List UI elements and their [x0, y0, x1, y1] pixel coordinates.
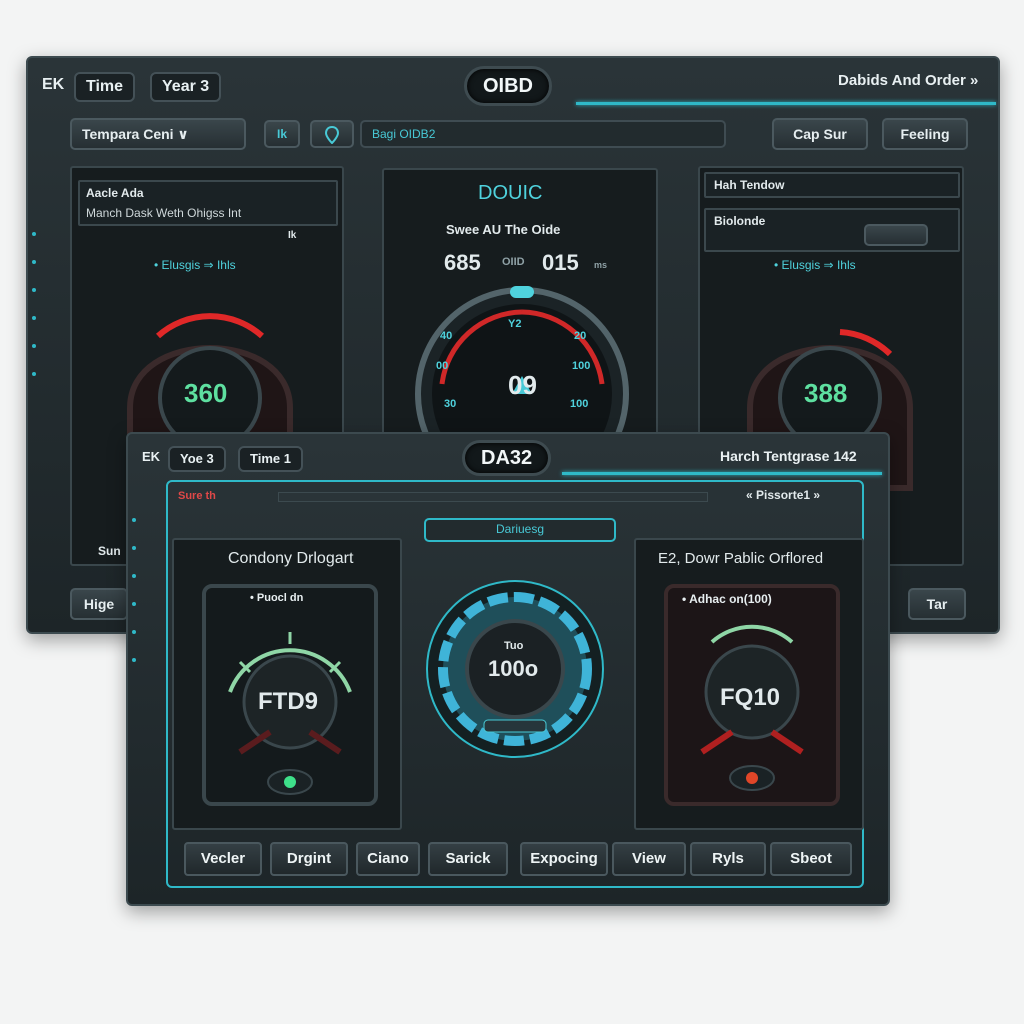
search-input[interactable]: Bagi OIDB2 [360, 120, 726, 148]
right-subheader-label: Biolonde [714, 214, 766, 228]
front-chip-ek[interactable]: EK [132, 446, 170, 472]
cap-sur-button[interactable]: Cap Sur [772, 118, 868, 150]
gauge-tick-4: 100 [572, 360, 591, 372]
gauge-tick-6: 100 [570, 398, 589, 410]
back-chip-ek[interactable]: EK [32, 72, 74, 102]
front-left-title: Condony Drlogart [228, 550, 354, 567]
front-window: EK Yoe 3 Time 1 DA32 Harch Tentgrase 142… [126, 432, 890, 906]
center-stat-left: 685 [444, 250, 481, 275]
front-nav-right[interactable]: « Pissorte1 » [746, 488, 820, 502]
back-window-title: OIBD [464, 66, 552, 106]
back-title-right[interactable]: Dabids And Order » [838, 72, 978, 89]
gauge-tick-0: 40 [440, 330, 453, 342]
left-readout: 360 [184, 378, 228, 408]
front-status-left: Sure th [178, 490, 216, 502]
right-header-label: Hah Tendow [714, 178, 785, 192]
back-sidebar [28, 208, 42, 608]
center-stat-unit: ms [594, 260, 608, 270]
tar-button[interactable]: Tar [908, 588, 966, 620]
location-button[interactable] [310, 120, 354, 148]
ryls-button[interactable]: Ryls [690, 842, 766, 876]
front-title-right[interactable]: Harch Tentgrase 142 [720, 448, 857, 464]
small-toggle-button[interactable]: Ik [264, 120, 300, 148]
back-center-panel: DOUIC Swee AU The Oide 685 OIID 015 ms 4… [382, 168, 658, 436]
front-dial-value: 100o [488, 656, 539, 681]
gauge-tick-1: Y2 [508, 318, 522, 330]
left-subheader-label: Manch Dask Weth Ohigss Int [86, 206, 242, 220]
right-toggle-button[interactable] [864, 224, 928, 246]
temp-select[interactable]: Tempara Ceni ∨ [70, 118, 246, 150]
back-titlebar: EK Time Year 3 OIBD Dabids And Order » [28, 58, 998, 118]
feeling-button[interactable]: Feeling [882, 118, 968, 150]
front-window-title: DA32 [462, 440, 552, 476]
right-readout: 388 [804, 378, 848, 408]
drgint-button[interactable]: Drgint [270, 842, 348, 876]
gauge-tick-3: 00 [436, 360, 449, 372]
right-header-box: Hah Tendow [704, 172, 960, 198]
front-sidebar [128, 494, 142, 894]
back-title-accent-line [576, 102, 996, 105]
right-subheader-box: Biolonde [704, 208, 960, 252]
front-right-panel: E2, Dowr Pablic Orflored • Adhac on(100)… [634, 538, 864, 830]
hige-button[interactable]: Hige [70, 588, 128, 620]
center-subtitle: Swee AU The Oide [446, 222, 561, 237]
center-title: DOUIC [478, 182, 543, 204]
front-left-readout: FTD9 [258, 688, 318, 715]
left-header-box: Aacle Ada Manch Dask Weth Ohigss Int [78, 180, 338, 226]
view-button[interactable]: View [612, 842, 686, 876]
front-chip-time[interactable]: Time 1 [238, 446, 303, 472]
gauge-tick-5: 30 [444, 398, 457, 410]
left-status: • Elusgis ⇒ Ihls [154, 258, 236, 272]
sarick-button[interactable]: Sarick [428, 842, 508, 876]
front-dial-label: Tuo [504, 640, 524, 652]
back-bottom-left-label: Sun [98, 544, 121, 558]
right-status: • Elusgis ⇒ Ihls [774, 258, 856, 272]
left-sub-extra: Ik [288, 230, 297, 241]
front-right-title: E2, Dowr Pablic Orflored [658, 550, 824, 567]
center-stat-right: 015 [542, 250, 579, 275]
front-progress-track [278, 492, 708, 502]
center-stat-mid: OIID [502, 256, 525, 268]
ciano-button[interactable]: Ciano [356, 842, 420, 876]
pin-icon [324, 125, 340, 145]
front-right-readout: FQ10 [720, 684, 781, 711]
back-chip-year[interactable]: Year 3 [150, 72, 222, 102]
front-chip-yoe[interactable]: Yoe 3 [168, 446, 226, 472]
expocing-button[interactable]: Expocing [520, 842, 608, 876]
front-tab-label[interactable]: Dariuesg [424, 518, 616, 542]
vecler-button[interactable]: Vecler [184, 842, 262, 876]
front-left-panel: Condony Drlogart • Puocl dn FTD9 [172, 538, 402, 830]
gauge-tick-2: 20 [574, 330, 587, 342]
center-gauge-value: 09 [508, 370, 537, 400]
back-chip-time[interactable]: Time [74, 72, 136, 102]
front-right-sub: • Adhac on(100) [682, 592, 772, 606]
left-header-label: Aacle Ada [86, 186, 144, 200]
front-left-sub: • Puocl dn [250, 592, 304, 604]
front-title-accent-line [562, 472, 882, 475]
sbeot-button[interactable]: Sbeot [770, 842, 852, 876]
